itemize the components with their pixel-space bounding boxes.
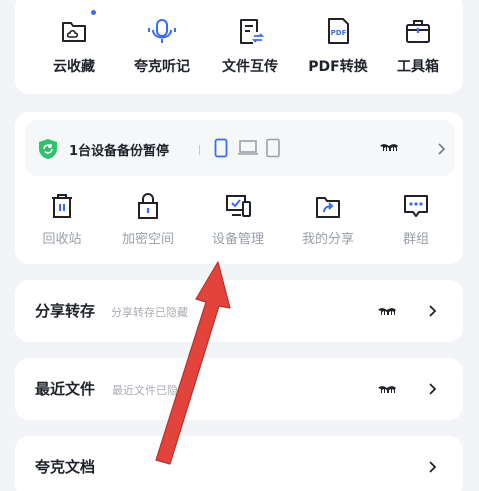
sub-tool-device-management[interactable]: 设备管理 [195, 186, 281, 256]
chevron-right-icon [438, 143, 446, 155]
tablet-icon [266, 138, 280, 158]
row-recent-files[interactable]: 最近文件 最近文件已隐藏 [15, 358, 463, 420]
tool-cloud-favorites[interactable]: 云收藏 [31, 0, 117, 94]
top-tools-card: 云收藏 夸克听记 文件互传 PDF PDF转换 工具箱 [15, 0, 463, 94]
sub-tool-recycle-bin[interactable]: 回收站 [19, 186, 105, 256]
share-icon [316, 197, 340, 218]
laptop-icon [238, 140, 258, 155]
tool-file-transfer[interactable]: 文件互传 [207, 0, 293, 94]
sub-tool-encrypted-space[interactable]: 加密空间 [105, 186, 191, 256]
chevron-right-icon [429, 383, 437, 395]
chevron-right-icon [429, 305, 437, 317]
sub-tool-label: 加密空间 [121, 232, 174, 247]
svg-text:PDF: PDF [331, 29, 347, 37]
tool-label: 工具箱 [397, 59, 439, 75]
pdf-icon: PDF [328, 18, 349, 44]
mustache-icon [380, 144, 398, 151]
mustache-icon [378, 386, 396, 393]
tool-pdf-convert[interactable]: PDF PDF转换 [295, 0, 381, 94]
tool-label: 夸克听记 [134, 59, 190, 75]
row-hint: 最近文件已隐藏 [112, 384, 189, 397]
tool-label: 云收藏 [53, 59, 95, 75]
cloud-folder-icon [62, 22, 86, 42]
group-chat-icon [404, 195, 428, 217]
sub-tool-label: 设备管理 [211, 232, 264, 247]
row-title: 分享转存 [35, 302, 96, 320]
device-manage-icon [226, 195, 251, 217]
new-badge-dot [91, 10, 96, 15]
backup-status-bar[interactable]: 1台设备备份暂停 [25, 120, 455, 176]
chevron-right-icon [429, 461, 437, 473]
sub-tool-label: 群组 [402, 232, 429, 247]
file-transfer-icon [240, 19, 265, 44]
microphone-icon [148, 19, 176, 43]
row-quark-docs[interactable]: 夸克文档 [15, 436, 463, 491]
row-title: 夸克文档 [35, 458, 96, 476]
backup-card: 1台设备备份暂停 回收站 加密空间 设备管理 我的分享 群组 [15, 112, 463, 264]
tool-toolbox[interactable]: 工具箱 [375, 0, 461, 94]
backup-status-text: 1台设备备份暂停 [69, 144, 170, 159]
row-hint: 分享转存已隐藏 [111, 306, 188, 319]
phone-icon [214, 138, 228, 158]
trash-icon [52, 194, 72, 218]
row-share-save[interactable]: 分享转存 分享转存已隐藏 [15, 280, 463, 342]
tool-label: PDF转换 [308, 59, 368, 75]
sub-tool-label: 回收站 [42, 232, 82, 247]
toolbox-icon [406, 20, 430, 43]
sub-tool-label: 我的分享 [301, 232, 354, 247]
sub-tool-my-shares[interactable]: 我的分享 [285, 186, 371, 256]
lock-box-icon [138, 193, 158, 219]
shield-sync-icon [39, 139, 57, 159]
row-title: 最近文件 [35, 380, 96, 398]
mustache-icon [378, 308, 396, 315]
divider [199, 145, 200, 155]
tool-quark-notes[interactable]: 夸克听记 [119, 0, 205, 94]
sub-tool-group[interactable]: 群组 [373, 186, 459, 256]
tool-label: 文件互传 [222, 59, 278, 75]
